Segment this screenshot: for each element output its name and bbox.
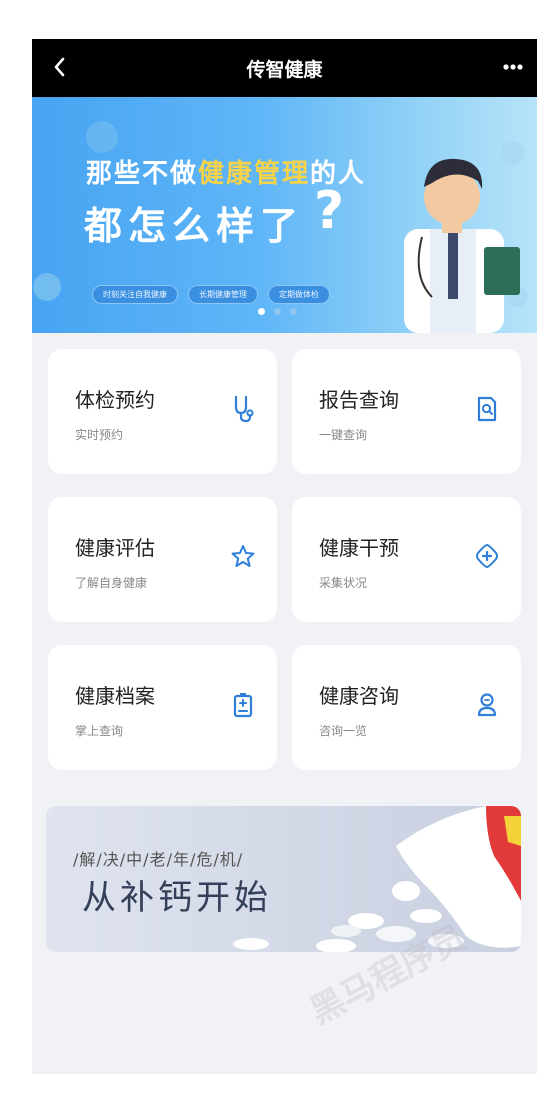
carousel-dot[interactable] [258, 308, 265, 315]
card-records[interactable]: 健康档案 掌上查询 [48, 645, 277, 770]
banner-tag: 时刻关注自我健康 [92, 285, 178, 304]
banner-carousel[interactable]: 那些不做健康管理的人 都怎么样了 ? 时刻关注自我健康 长期健康管理 定期做体检 [32, 97, 537, 333]
promo-title: 从补钙开始 [82, 878, 272, 918]
card-title: 健康档案 [75, 684, 155, 708]
page-title: 传智健康 [246, 59, 323, 81]
card-title: 健康咨询 [319, 684, 399, 708]
banner-tags: 时刻关注自我健康 长期健康管理 定期做体检 [92, 285, 330, 304]
promo-subtitle: /解/决/中/老/年/危/机/ [73, 850, 244, 869]
card-assessment[interactable]: 健康评估 了解自身健康 [48, 497, 277, 622]
banner-question-mark: ? [314, 181, 345, 241]
carousel-indicator [258, 308, 297, 315]
card-title: 健康干预 [319, 536, 399, 560]
card-appointment[interactable]: 体检预约 实时预约 [48, 349, 277, 474]
more-icon[interactable] [501, 57, 525, 77]
card-consultation[interactable]: 健康咨询 咨询一览 [292, 645, 521, 770]
carousel-dot[interactable] [290, 308, 297, 315]
stethoscope-icon [234, 395, 254, 423]
carousel-dot[interactable] [274, 308, 281, 315]
banner-tag: 定期做体检 [268, 285, 330, 304]
banner-headline-2: 都怎么样了 [84, 204, 305, 248]
card-intervention[interactable]: 健康干预 采集状况 [292, 497, 521, 622]
card-subtitle: 实时预约 [75, 428, 124, 442]
battery-file-icon [233, 693, 253, 718]
phone-screen: 传智健康 那些不做健康管理的人 都怎么样了 ? 时刻关注自我健康 长期健康管理 … [32, 39, 537, 1074]
card-subtitle: 咨询一览 [319, 724, 368, 738]
plus-diamond-icon [476, 543, 498, 569]
banner-tag: 长期健康管理 [188, 285, 258, 304]
card-subtitle: 采集状况 [319, 576, 368, 590]
card-title: 健康评估 [75, 536, 155, 560]
card-title: 报告查询 [319, 388, 399, 412]
card-subtitle: 掌上查询 [75, 724, 124, 738]
star-icon [231, 545, 255, 567]
card-title: 体检预约 [75, 388, 155, 412]
card-subtitle: 一键查询 [319, 428, 368, 442]
consultant-icon [477, 693, 497, 717]
card-subtitle: 了解自身健康 [75, 576, 148, 590]
card-report[interactable]: 报告查询 一键查询 [292, 349, 521, 474]
nav-bar: 传智健康 [32, 39, 537, 97]
report-search-icon [477, 396, 497, 422]
